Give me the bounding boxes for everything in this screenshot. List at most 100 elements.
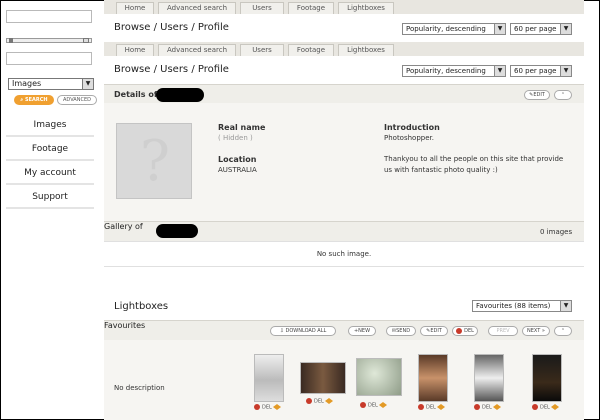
delete-icon[interactable] <box>418 404 424 410</box>
new-label: NEW <box>358 328 371 334</box>
tab-advanced-search[interactable]: Advanced search <box>158 2 236 14</box>
thumbnail[interactable] <box>254 354 284 402</box>
sidebar-item-support[interactable]: Support <box>6 185 94 209</box>
search-button[interactable]: ⌕ SEARCH <box>14 95 54 105</box>
chevron-down-icon[interactable]: ▼ <box>82 79 93 89</box>
delete-icon <box>456 327 463 334</box>
lightbox-description: No description <box>114 384 165 392</box>
edit-label: EDIT <box>533 92 545 98</box>
sort-value: Popularity, descending <box>406 25 486 33</box>
tab-lightboxes[interactable]: Lightboxes <box>338 44 394 56</box>
delete-icon[interactable] <box>306 398 312 404</box>
thumbnail[interactable] <box>532 354 562 402</box>
advanced-search-button[interactable]: ADVANCED <box>57 95 97 105</box>
keyword-input[interactable] <box>6 10 92 23</box>
per-page-value: 60 per page <box>514 67 557 75</box>
thumb-del-label: DEL <box>314 398 324 405</box>
edit-details-button[interactable]: ✎EDIT <box>524 90 550 100</box>
delete-icon[interactable] <box>360 402 366 408</box>
advanced-button-label: ADVANCED <box>63 97 91 103</box>
gallery-empty-message: No such image. <box>316 250 372 258</box>
download-all-label: DOWNLOAD ALL <box>285 328 327 334</box>
sort-select[interactable]: Popularity, descending ▼ <box>402 23 506 35</box>
chevron-down-icon[interactable]: ▼ <box>494 24 505 34</box>
redacted-username <box>156 88 204 102</box>
thumb-del-label: DEL <box>368 402 378 409</box>
next-button[interactable]: NEXT » <box>522 326 550 336</box>
redacted-username <box>156 224 198 238</box>
arrow-right-icon[interactable] <box>277 404 282 410</box>
tab-users[interactable]: Users <box>240 2 284 14</box>
collapse-favourites-button[interactable]: ⌃ <box>554 326 572 336</box>
sidebar-nav: Images Footage My account Support <box>6 113 94 209</box>
delete-icon[interactable] <box>532 404 538 410</box>
tab-home[interactable]: Home <box>116 2 154 14</box>
delete-lightbox-button[interactable]: DEL <box>452 326 478 336</box>
chevron-right-icon: » <box>540 328 545 334</box>
chevron-down-icon[interactable]: ▼ <box>494 66 505 76</box>
thumbnail-controls: DEL <box>254 404 282 411</box>
secondary-input[interactable] <box>6 52 92 65</box>
search-button-label: SEARCH <box>24 97 48 103</box>
sidebar: Images ▼ ⌕ SEARCH ADVANCED Images Footag… <box>6 0 97 420</box>
slider-handle[interactable] <box>9 38 13 43</box>
thumb-del-label: DEL <box>482 404 492 411</box>
sidebar-item-my-account[interactable]: My account <box>6 161 94 185</box>
per-page-select[interactable]: 60 per page ▼ <box>510 65 572 77</box>
thumbnail[interactable] <box>300 362 346 394</box>
sort-select[interactable]: Popularity, descending ▼ <box>402 65 506 77</box>
arrow-right-icon[interactable] <box>329 398 334 404</box>
arrow-right-icon[interactable] <box>555 404 560 410</box>
introduction-line-2: Thankyou to all the people on this site … <box>384 155 564 163</box>
arrow-right-icon[interactable] <box>497 404 502 410</box>
range-slider[interactable] <box>6 38 92 43</box>
tab-lightboxes[interactable]: Lightboxes <box>338 2 394 14</box>
collapse-icon: ⌃ <box>560 328 566 334</box>
gallery-panel-header: Gallery of 0 images <box>104 221 584 241</box>
chevron-down-icon[interactable]: ▼ <box>560 66 571 76</box>
media-type-select[interactable]: Images ▼ <box>8 78 94 90</box>
top-tab-bar: Home Advanced search Users Footage Light… <box>104 0 584 14</box>
tab-footage[interactable]: Footage <box>288 2 334 14</box>
introduction-line-3: us with fantastic photo quality :) <box>384 166 498 174</box>
send-button[interactable]: ✉SEND <box>386 326 416 336</box>
chevron-down-icon[interactable]: ▼ <box>560 24 571 34</box>
tab-footage[interactable]: Footage <box>288 44 334 56</box>
real-name-label: Real name <box>218 123 266 132</box>
tab-users[interactable]: Users <box>240 44 284 56</box>
thumbnail[interactable] <box>356 358 402 396</box>
arrow-right-icon[interactable] <box>441 404 446 410</box>
thumb-del-label: DEL <box>540 404 550 411</box>
sidebar-item-images[interactable]: Images <box>6 113 94 137</box>
thumbnail-controls: DEL <box>418 404 446 411</box>
favourites-panel-header: Favourites ⇩ DOWNLOAD ALL +NEW ✉SEND ✎ED… <box>104 320 584 340</box>
sidebar-item-footage[interactable]: Footage <box>6 137 94 161</box>
new-lightbox-button[interactable]: +NEW <box>348 326 376 336</box>
tab-advanced-search[interactable]: Advanced search <box>158 44 236 56</box>
details-panel-header: Details of ✎EDIT ⌃ <box>104 84 584 104</box>
tab-home[interactable]: Home <box>116 44 154 56</box>
collapse-details-button[interactable]: ⌃ <box>554 90 572 100</box>
arrow-right-icon[interactable] <box>383 402 388 408</box>
lightbox-select-value: Favourites (88 items) <box>476 302 551 310</box>
thumbnail-controls: DEL <box>532 404 560 411</box>
delete-icon[interactable] <box>254 404 260 410</box>
profile-panel: ? Real name ( Hidden ) Location AUSTRALI… <box>104 103 584 221</box>
chevron-down-icon[interactable]: ▼ <box>560 301 571 311</box>
thumbnail-controls: DEL <box>360 402 388 409</box>
delete-icon[interactable] <box>474 404 480 410</box>
favourites-body: No description DEL DEL DEL DEL DEL DEL <box>104 340 584 420</box>
download-all-button[interactable]: ⇩ DOWNLOAD ALL <box>270 326 336 336</box>
details-title: Details of <box>114 90 158 99</box>
thumbnail[interactable] <box>418 354 448 402</box>
location-label: Location <box>218 155 257 164</box>
thumbnail[interactable] <box>474 354 504 402</box>
slider-handle-max[interactable] <box>83 38 89 43</box>
page-title: Browse / Users / Profile <box>114 22 229 33</box>
thumbnail-controls: DEL <box>474 404 502 411</box>
edit-lightbox-button[interactable]: ✎EDIT <box>420 326 448 336</box>
lightbox-select[interactable]: Favourites (88 items) ▼ <box>472 300 572 312</box>
prev-button[interactable]: PREV <box>488 326 518 336</box>
send-label: SEND <box>396 328 411 334</box>
per-page-select[interactable]: 60 per page ▼ <box>510 23 572 35</box>
